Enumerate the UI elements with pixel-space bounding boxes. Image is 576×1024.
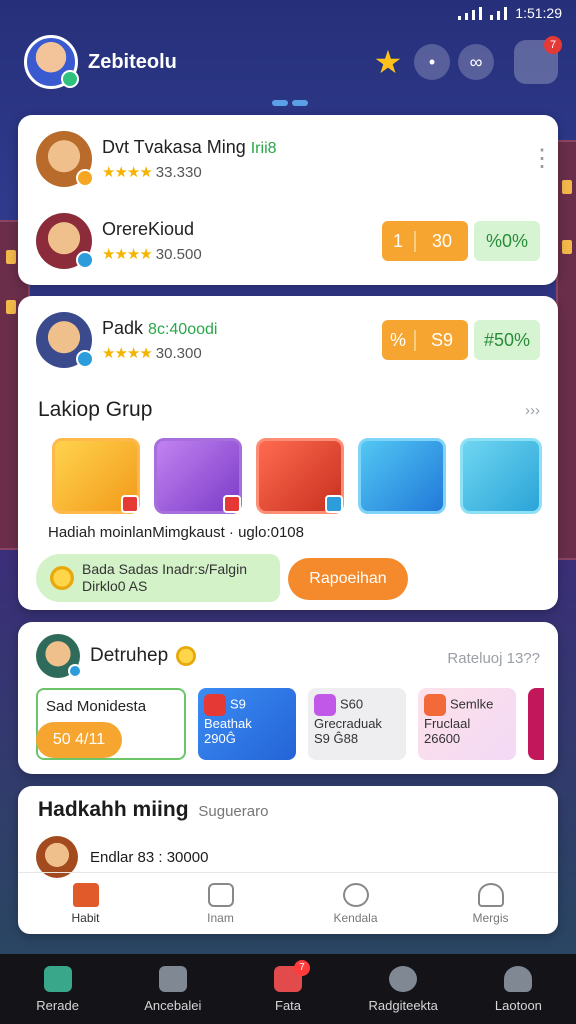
nav-home[interactable]: Rerade [0,954,115,1024]
player-row[interactable]: Padk 8c:40oodi ★★★★ 30.300 % S9 #50% [36,308,540,372]
home-icon [43,965,72,992]
home-icon [72,882,99,907]
player-rating: ★★★★ 30.500 [102,246,202,263]
group-card: Padk 8c:40oodi ★★★★ 30.300 % S9 #50% Lakio… [18,296,558,610]
see-more-link[interactable]: ››› [525,402,540,419]
see-more-link[interactable]: Rateluoj 13?? [447,650,540,667]
tag-icon [325,495,343,513]
notification-button[interactable]: 7 [514,36,562,84]
games-row [52,438,542,514]
player-row[interactable]: Dvt Tvakasa Ming Irii8 ★★★★ 33.330 ⋮ [36,127,554,191]
gift-icon [207,882,234,907]
verified-icon [76,251,94,269]
offer-tile[interactable]: S9 Beathak 290Ĝ [198,688,296,760]
crown-game-tile[interactable] [256,438,344,514]
player-avatar [36,312,94,368]
nav-inbox[interactable]: Ancebalei [115,954,230,1024]
promo-box[interactable]: Bada Sadas Inadr:s/Falgin Dirklo0 AS [36,554,280,602]
bonus-icon [424,694,446,716]
kebab-menu-icon[interactable]: ⋮ [530,147,554,171]
coin-icon [50,566,74,590]
promo-button[interactable]: Rapoeihan [288,558,408,600]
nav-badge: 7 [294,959,310,976]
promo-line2: Dirklo0 AS [82,578,148,594]
link-icon[interactable]: ∞ [458,44,494,80]
user-icon [504,965,533,992]
username: Zebiteolu [88,50,177,73]
tag-icon [223,495,241,513]
page-indicator [272,100,308,106]
gift-icon [204,694,226,716]
player-avatar [36,131,94,187]
nav-wallet[interactable]: 7 Fata [230,954,345,1024]
search-icon [342,882,369,907]
gift-game-tile[interactable] [52,438,140,514]
verified-icon [76,350,94,368]
tab-habit[interactable]: Habit [18,873,153,934]
tab-kendala[interactable]: Kendala [288,873,423,934]
star-rating-icon: ★★★★ [102,246,153,263]
offer-value: 50 4/11 [36,722,122,758]
winnings-text: Endlar 83 : 30000 [90,848,209,866]
character-game-tile[interactable] [154,438,242,514]
star-icon[interactable]: ★ [370,44,406,80]
treasure-game-tile[interactable] [358,438,446,514]
badge-icon [76,169,94,187]
leaderboard-card: Dvt Tvakasa Ming Irii8 ★★★★ 33.330 ⋮ Orer… [18,115,558,285]
notification-badge: 7 [544,36,562,54]
percent-pill[interactable]: #50% [474,320,540,360]
coin-icon [176,646,197,666]
offers-row: Sad Monidesta 50 4/11 S9 Beathak 290Ĝ S6… [36,688,544,760]
section-title: Detruhep [90,645,169,666]
winnings-card: Hadkahh miing Sugueraro Endlar 83 : 3000… [18,786,558,934]
chest-game-tile[interactable] [460,438,542,514]
status-bar: 1:51:29 [0,0,576,26]
more-icon[interactable]: • [414,44,450,80]
player-row[interactable]: OrereKioud ★★★★ 30.500 1 30 %0% [36,209,540,273]
signal-icon [458,6,483,20]
offer-main[interactable]: Sad Monidesta 50 4/11 [36,688,186,760]
star-rating-icon: ★★★★ [102,345,153,362]
percent-pill[interactable]: %0% [474,221,540,261]
verified-icon [68,664,82,678]
clock-icon [389,965,418,992]
player-rating: ★★★★ 33.330 [102,164,202,181]
inbox-icon [158,965,187,992]
player-avatar [36,634,82,678]
offer-tile[interactable]: Semlke Fruclaal 26600 [418,688,516,760]
section-title: Lakiop Grup [38,398,153,421]
nav-profile[interactable]: Laotoon [461,954,576,1024]
tag-icon [121,495,139,513]
online-badge [61,70,79,88]
game-caption: Hadiah moinlanMimgkaust · uglo:0108 [48,524,304,541]
section-title: Hadkahh miing [38,798,189,821]
ticket-icon [314,694,336,716]
star-rating-icon: ★★★★ [102,164,153,181]
offer-title: Sad Monidesta [46,698,147,715]
offers-card: Detruhep Rateluoj 13?? Sad Monidesta 50 … [18,622,558,774]
status-time: 1:51:29 [515,5,562,21]
user-avatar[interactable] [24,35,79,89]
score-pill[interactable]: 1 30 [382,221,468,261]
section-subtitle: Sugueraro [198,803,269,820]
wifi-icon [490,6,508,20]
score-pill[interactable]: % S9 [382,320,468,360]
player-rating: ★★★★ 30.300 [102,345,202,362]
inner-tab-bar: Habit Inam Kendala Mergis [18,872,558,934]
promo-line1: Bada Sadas Inadr:s/Falgin [82,561,247,577]
wallet-icon: 7 [274,959,310,992]
offer-tile-edge[interactable] [528,688,544,760]
player-name: OrereKioud [102,219,195,239]
offer-tile[interactable]: S60 Grecraduak S9 Ĝ88 [308,688,406,760]
player-avatar [36,213,94,269]
player-name: Dvt Tvakasa Ming Irii8 [102,137,277,157]
bottom-nav: Rerade Ancebalei 7 Fata Radgiteekta Laoto… [0,954,576,1024]
tab-mergis[interactable]: Mergis [423,873,558,934]
tab-inam[interactable]: Inam [153,873,288,934]
app-header: Zebiteolu ★ • ∞ 7 [0,30,576,94]
nav-history[interactable]: Radgiteekta [346,954,461,1024]
player-name: Padk 8c:40oodi [102,318,218,338]
profile-icon [477,882,504,907]
